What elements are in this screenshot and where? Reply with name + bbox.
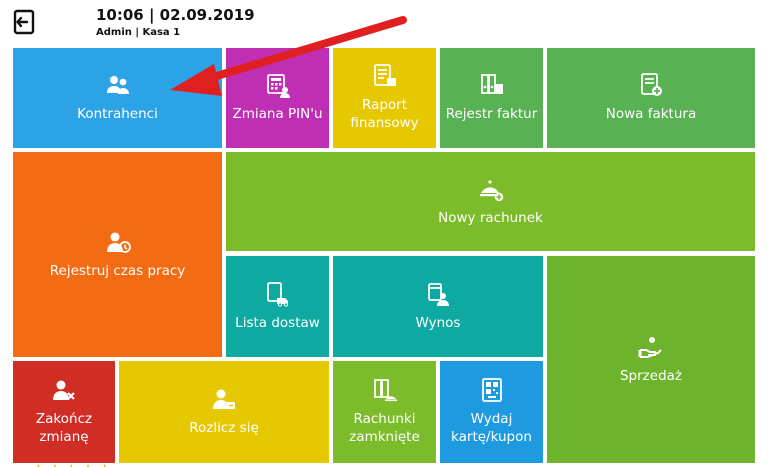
tile-label: Zmiana PIN'u: [232, 106, 323, 123]
tile-label: Wydaj kartę/kupon: [451, 411, 532, 445]
star-icon: ★: [82, 462, 95, 467]
user-settle-icon: [213, 389, 235, 410]
tile-label: Rejestruj czas pracy: [49, 262, 186, 279]
tile-label: Kontrahenci: [77, 106, 158, 123]
worker-clock-icon: [106, 232, 131, 253]
tile-rejestr-faktur[interactable]: Rejestr faktur: [440, 48, 543, 148]
tile-lista-dostaw[interactable]: Lista dostaw: [226, 256, 329, 357]
header-bar: 10:06 | 02.09.2019 Admin | Kasa 1: [0, 0, 768, 46]
report-icon: [373, 64, 396, 87]
tile-kontrahenci[interactable]: Kontrahenci: [13, 48, 222, 148]
tile-raport-finansowy[interactable]: Raport finansowy: [333, 48, 436, 148]
closed-bills-icon: [373, 379, 397, 402]
tile-rozlicz-sie[interactable]: Rozlicz się: [119, 361, 329, 463]
new-invoice-icon: [641, 73, 662, 97]
binders-icon: [480, 74, 503, 95]
star-icon: ★: [49, 462, 62, 467]
tile-zakoncz-zmiane[interactable]: Zakończ zmianę: [13, 361, 115, 463]
tile-nowa-faktura[interactable]: Nowa faktura: [547, 48, 755, 148]
tile-label: Raport finansowy: [350, 97, 419, 131]
star-icon: ★: [65, 462, 78, 467]
delivery-icon: [266, 281, 288, 307]
tile-rejestruj-czas-pracy[interactable]: Rejestruj czas pracy: [13, 152, 222, 357]
tile-label: Rozlicz się: [189, 420, 259, 437]
tile-wynos[interactable]: Wynos: [333, 256, 543, 357]
rating-stars: ★★★★★: [32, 459, 152, 467]
user-remove-icon: [53, 380, 75, 401]
cloche-plus-icon: [479, 180, 503, 201]
logout-icon[interactable]: [12, 9, 36, 35]
tile-label: Rejestr faktur: [445, 106, 538, 123]
tile-label: Wynos: [415, 314, 461, 331]
tile-zmiana-pin[interactable]: Zmiana PIN'u: [226, 48, 329, 148]
tile-label: Nowa faktura: [605, 106, 697, 123]
tile-label: Zakończ zmianę: [35, 411, 93, 445]
takeaway-icon: [428, 282, 449, 306]
tile-sprzedaz[interactable]: Sprzedaż: [547, 256, 755, 463]
datetime-label: 10:06 | 02.09.2019: [96, 6, 255, 24]
pin-keypad-icon: [266, 74, 290, 99]
tile-nowy-rachunek[interactable]: Nowy rachunek: [226, 152, 755, 251]
star-icon: ★: [98, 462, 111, 467]
tile-rachunki-zamkniete[interactable]: Rachunki zamknięte: [333, 361, 436, 463]
contacts-icon: [106, 76, 129, 95]
tile-wydaj-karte-kupon[interactable]: Wydaj kartę/kupon: [440, 361, 543, 463]
qr-card-icon: [481, 378, 502, 403]
user-register-label: Admin | Kasa 1: [96, 27, 181, 38]
tile-label: Rachunki zamknięte: [349, 411, 420, 445]
hand-coin-icon: [638, 336, 662, 358]
tile-label: Nowy rachunek: [438, 209, 543, 226]
tile-label: Sprzedaż: [619, 367, 682, 384]
tile-label: Lista dostaw: [235, 314, 320, 331]
star-icon: ★: [32, 462, 45, 467]
